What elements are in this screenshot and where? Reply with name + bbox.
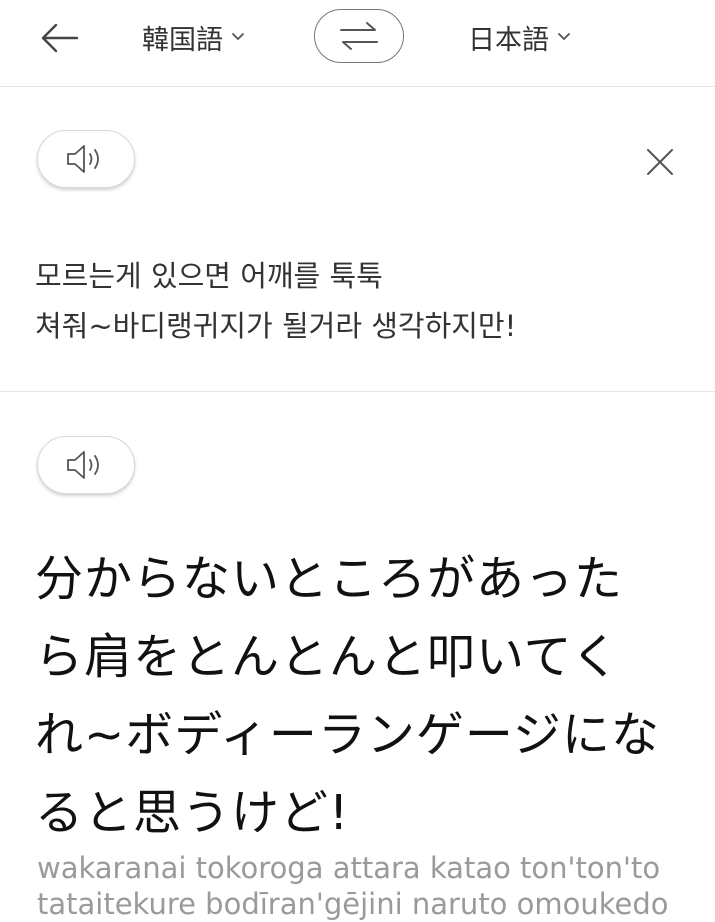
source-language-label: 韓国語 [142, 24, 223, 56]
source-language-select[interactable]: 韓国語 [142, 14, 245, 60]
swap-languages-button[interactable] [314, 9, 404, 63]
speaker-icon [67, 451, 99, 479]
close-icon [647, 149, 673, 175]
chevron-down-icon [231, 32, 245, 42]
swap-arrows-icon [340, 22, 378, 50]
speaker-icon [67, 145, 99, 173]
clear-button[interactable] [640, 142, 680, 182]
top-bar: 韓国語 日本語 [0, 0, 715, 87]
arrow-left-icon [41, 23, 79, 53]
translation-speak-button[interactable] [37, 436, 135, 494]
source-text[interactable]: 모르는게 있으면 어깨를 툭툭 쳐줘~바디랭귀지가 될거라 생각하지만! [35, 251, 675, 351]
chevron-down-icon [557, 32, 571, 42]
source-text-panel: 모르는게 있으면 어깨를 툭툭 쳐줘~바디랭귀지가 될거라 생각하지만! [0, 87, 715, 392]
translation-text: 分からないところがあった ら肩をとんとんと叩いてく れ~ボディーランゲージにな … [35, 551, 660, 841]
target-language-label: 日本語 [468, 24, 549, 56]
translation-romanization: wakaranai tokoroga attara katao ton'ton'… [37, 851, 669, 921]
target-language-select[interactable]: 日本語 [468, 14, 571, 60]
source-speak-button[interactable] [37, 130, 135, 188]
back-button[interactable] [34, 14, 84, 62]
